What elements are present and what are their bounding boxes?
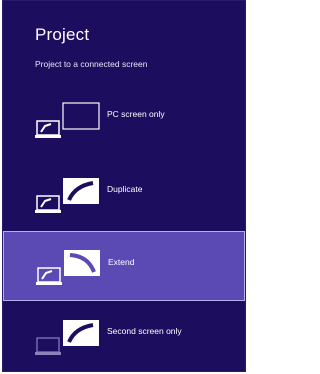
- option-label: Second screen only: [107, 326, 182, 336]
- option-pc-screen-only[interactable]: PC screen only: [3, 89, 245, 151]
- extend-icon: [36, 250, 100, 285]
- project-panel: Project Project to a connected screen PC…: [2, 0, 246, 372]
- panel-title: Project: [35, 25, 90, 44]
- option-label: Extend: [108, 257, 135, 267]
- option-extend[interactable]: Extend: [3, 231, 245, 301]
- option-label: PC screen only: [107, 109, 165, 119]
- duplicate-icon: [35, 178, 99, 213]
- option-duplicate[interactable]: Duplicate: [3, 164, 245, 226]
- second-screen-only-icon: [35, 320, 99, 355]
- option-label: Duplicate: [107, 184, 143, 194]
- option-second-screen-only[interactable]: Second screen only: [3, 306, 245, 368]
- pc-screen-only-icon: [35, 102, 100, 138]
- panel-subtitle: Project to a connected screen: [35, 59, 148, 69]
